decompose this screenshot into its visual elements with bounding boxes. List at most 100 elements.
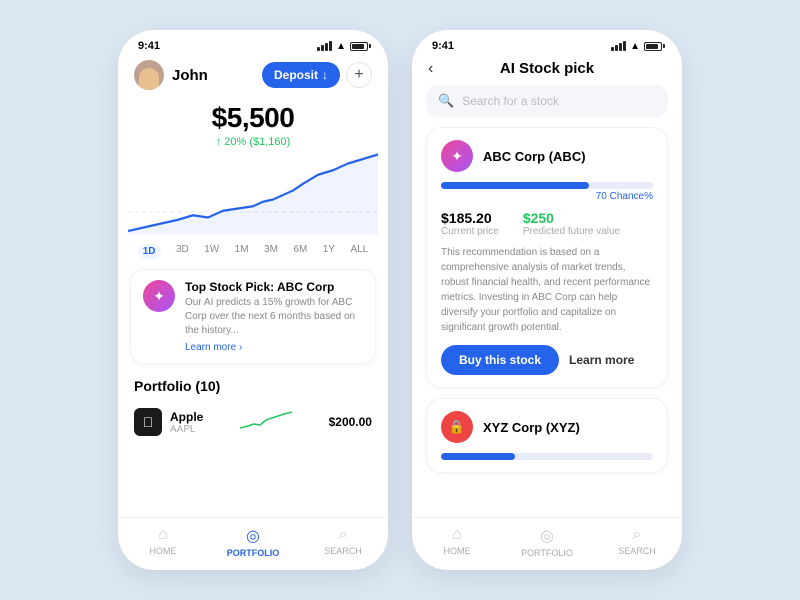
- nav-portfolio-label-2: PORTFOLIO: [521, 548, 573, 558]
- tab-6m[interactable]: 6M: [293, 244, 307, 259]
- rec-actions: Buy this stock Learn more: [441, 345, 653, 375]
- plus-button[interactable]: +: [346, 62, 372, 88]
- abc-progress-bar-fill: [441, 182, 589, 189]
- deposit-button[interactable]: Deposit ↓: [262, 62, 340, 88]
- xyz-progress-bar-bg: [441, 453, 653, 460]
- home-icon: ⌂: [158, 526, 168, 544]
- nav-portfolio-2[interactable]: ◎ PORTFOLIO: [502, 526, 592, 558]
- xyz-corp-name: XYZ Corp (XYZ): [483, 420, 580, 435]
- tab-3m[interactable]: 3M: [264, 244, 278, 259]
- battery-icon: [350, 42, 368, 51]
- nav-search-label-1: SEARCH: [324, 546, 362, 556]
- tab-1d[interactable]: 1D: [138, 244, 161, 259]
- abc-icon: ✦: [441, 140, 473, 172]
- avatar: [134, 60, 164, 90]
- abc-icon-small: ✦: [143, 280, 175, 312]
- bottom-nav-1: ⌂ HOME ◎ PORTFOLIO ⌕ SEARCH: [118, 517, 388, 570]
- wifi-icon: ▲: [336, 41, 346, 52]
- tab-1m[interactable]: 1M: [235, 244, 249, 259]
- status-bar-1: 9:41 ▲: [118, 30, 388, 56]
- nav-home-label-2: HOME: [444, 546, 471, 556]
- stock-pick-desc: Our AI predicts a 15% growth for ABC Cor…: [185, 296, 363, 338]
- user-name: John: [172, 67, 208, 84]
- current-price-label: Current price: [441, 226, 499, 237]
- nav-portfolio-1[interactable]: ◎ PORTFOLIO: [208, 526, 298, 558]
- status-icons-1: ▲: [317, 41, 368, 52]
- phone1-header: John Deposit ↓ +: [118, 56, 388, 98]
- current-price-col: $185.20 Current price: [441, 210, 499, 237]
- learn-more-button[interactable]: Learn more: [569, 345, 634, 375]
- phone-1: 9:41 ▲ John De: [118, 30, 388, 570]
- balance-amount: $5,500: [118, 102, 388, 134]
- back-button[interactable]: ‹: [428, 60, 433, 78]
- stock-ticker: AAPL: [170, 424, 203, 435]
- tab-3d[interactable]: 3D: [176, 244, 189, 259]
- stock-pick-card: ✦ Top Stock Pick: ABC Corp Our AI predic…: [130, 269, 376, 364]
- page-title: AI Stock pick: [500, 60, 594, 77]
- xyz-rec-card: 🔒 XYZ Corp (XYZ): [426, 398, 668, 473]
- search-bar[interactable]: 🔍 Search for a stock: [426, 85, 668, 117]
- current-price-value: $185.20: [441, 210, 499, 226]
- abc-chance-label: 70 Chance%: [441, 191, 653, 202]
- xyz-card-header: 🔒 XYZ Corp (XYZ): [441, 411, 653, 443]
- abc-card-header: ✦ ABC Corp (ABC): [441, 140, 653, 172]
- nav-home-2[interactable]: ⌂ HOME: [412, 526, 502, 558]
- nav-home-label: HOME: [150, 546, 177, 556]
- portfolio-title: Portfolio (10): [134, 378, 372, 394]
- nav-search-label-2: SEARCH: [618, 546, 656, 556]
- portfolio-left:  Apple AAPL: [134, 408, 203, 436]
- time-1: 9:41: [138, 40, 160, 52]
- user-info: John: [134, 60, 208, 90]
- signal-icon: [317, 41, 332, 51]
- predicted-price-label: Predicted future value: [523, 226, 620, 237]
- buy-stock-button[interactable]: Buy this stock: [441, 345, 559, 375]
- abc-progress-bar-bg: [441, 182, 653, 189]
- search-placeholder: Search for a stock: [462, 94, 559, 108]
- phone1-scroll: $5,500 ↑ 20% ($1,160) 1D 3D 1W 1: [118, 98, 388, 517]
- tab-1y[interactable]: 1Y: [323, 244, 335, 259]
- bottom-nav-2: ⌂ HOME ◎ PORTFOLIO ⌕ SEARCH: [412, 517, 682, 570]
- abc-description: This recommendation is based on a compre…: [441, 245, 653, 335]
- home-icon-2: ⌂: [452, 526, 462, 544]
- wifi-icon-2: ▲: [630, 41, 640, 52]
- nav-home-1[interactable]: ⌂ HOME: [118, 526, 208, 558]
- tab-all[interactable]: ALL: [350, 244, 368, 259]
- stock-pick-title: Top Stock Pick: ABC Corp: [185, 280, 363, 294]
- stock-info: Apple AAPL: [170, 410, 203, 435]
- predicted-price-value: $250: [523, 210, 620, 226]
- portfolio-section: Portfolio (10)  Apple AAPL $200.00: [118, 370, 388, 446]
- chart-area: [118, 150, 388, 240]
- battery-icon-2: [644, 42, 662, 51]
- tab-1w[interactable]: 1W: [204, 244, 219, 259]
- xyz-icon: 🔒: [441, 411, 473, 443]
- mini-chart: [240, 410, 292, 434]
- chart-tabs: 1D 3D 1W 1M 3M 6M 1Y ALL: [118, 240, 388, 263]
- table-row:  Apple AAPL $200.00: [134, 402, 372, 442]
- xyz-progress-bar-fill: [441, 453, 515, 460]
- nav-search-2[interactable]: ⌕ SEARCH: [592, 526, 682, 558]
- status-icons-2: ▲: [611, 41, 662, 52]
- phone2-content: ✦ ABC Corp (ABC) 70 Chance% $185.20 Curr…: [412, 127, 682, 517]
- search-icon-2: 🔍: [438, 93, 454, 109]
- search-icon-nav-2: ⌕: [633, 526, 642, 544]
- abc-rec-card: ✦ ABC Corp (ABC) 70 Chance% $185.20 Curr…: [426, 127, 668, 388]
- time-2: 9:41: [432, 40, 454, 52]
- learn-more-link-small[interactable]: Learn more ›: [185, 342, 363, 353]
- nav-portfolio-label: PORTFOLIO: [227, 548, 280, 558]
- stock-value: $200.00: [329, 415, 372, 429]
- phone-2: 9:41 ▲ ‹ AI Stock pick 🔍 Search for a st…: [412, 30, 682, 570]
- apple-icon: : [134, 408, 162, 436]
- balance-section: $5,500 ↑ 20% ($1,160): [118, 98, 388, 150]
- nav-search-1[interactable]: ⌕ SEARCH: [298, 526, 388, 558]
- price-row: $185.20 Current price $250 Predicted fut…: [441, 210, 653, 237]
- predicted-price-col: $250 Predicted future value: [523, 210, 620, 237]
- search-icon-1: ⌕: [339, 526, 348, 544]
- portfolio-icon-2: ◎: [540, 526, 554, 546]
- balance-change: ↑ 20% ($1,160): [118, 136, 388, 148]
- portfolio-icon: ◎: [246, 526, 260, 546]
- stock-name: Apple: [170, 410, 203, 424]
- status-bar-2: 9:41 ▲: [412, 30, 682, 56]
- abc-corp-name: ABC Corp (ABC): [483, 149, 586, 164]
- signal-icon-2: [611, 41, 626, 51]
- phone2-header: ‹ AI Stock pick: [412, 56, 682, 85]
